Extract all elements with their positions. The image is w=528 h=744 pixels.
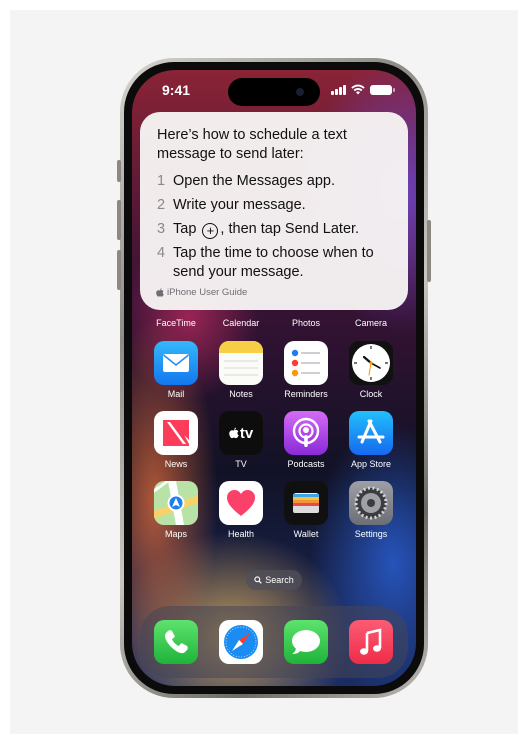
messages-icon: [284, 620, 328, 664]
search-icon: [254, 576, 262, 584]
card-source[interactable]: iPhone User Guide: [156, 287, 247, 298]
siri-answer-card[interactable]: Here’s how to schedule a text message to…: [140, 112, 408, 310]
dock: [140, 606, 408, 678]
step-1: 1 Open the Messages app.: [157, 173, 336, 189]
maps-icon: [154, 481, 198, 525]
action-button: [117, 160, 121, 182]
app-label-camera[interactable]: Camera: [341, 318, 401, 328]
volume-down-button: [117, 250, 121, 290]
app-label-facetime[interactable]: FaceTime: [146, 318, 206, 328]
app-label-calendar[interactable]: Calendar: [211, 318, 271, 328]
music-icon: [349, 620, 393, 664]
step-3: 3 Tap +, then tap Send Later.: [157, 221, 360, 239]
app-store-icon: [349, 411, 393, 455]
dynamic-island: [228, 78, 320, 106]
volume-up-button: [117, 200, 121, 240]
search-button[interactable]: Search: [246, 570, 302, 590]
battery-icon: [370, 84, 395, 95]
camera-dot: [296, 88, 304, 96]
notes-icon: [219, 341, 263, 385]
safari-icon: [219, 620, 263, 664]
status-icons: [331, 84, 395, 95]
step-2: 2 Write your message.: [157, 197, 306, 213]
card-title: Here’s how to schedule a text message to…: [157, 127, 347, 162]
wallet-icon: [284, 481, 328, 525]
health-icon: [219, 481, 263, 525]
app-label-photos[interactable]: Photos: [276, 318, 336, 328]
tv-icon: tv: [219, 411, 263, 455]
phone-icon: [154, 620, 198, 664]
mail-icon: [154, 341, 198, 385]
settings-icon: [349, 481, 393, 525]
cellular-signal-icon: [331, 84, 346, 95]
side-button: [427, 220, 431, 282]
step-4: 4 Tap the time to choose when to send yo…: [157, 245, 374, 280]
wifi-icon: [351, 84, 365, 95]
clock-icon: [349, 341, 393, 385]
news-icon: [154, 411, 198, 455]
plus-circle-icon: +: [202, 222, 219, 239]
podcasts-icon: [284, 411, 328, 455]
reminders-icon: [284, 341, 328, 385]
apple-logo-icon: [156, 288, 164, 297]
home-screen: 9:41 Here’s how to schedule a text messa…: [132, 70, 416, 686]
status-time: 9:41: [162, 82, 191, 98]
